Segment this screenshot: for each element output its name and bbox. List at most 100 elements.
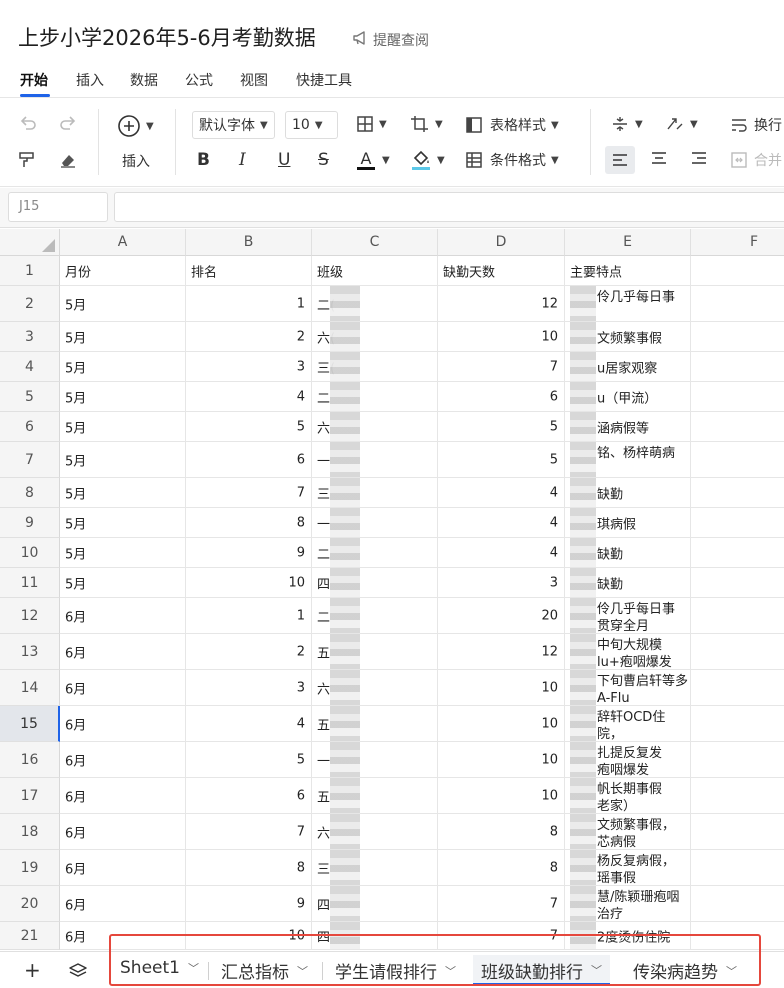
conditional-format-button[interactable]: 条件格式 ▼ [465, 150, 559, 170]
format-painter-button[interactable] [18, 151, 36, 169]
cell-d[interactable]: 4 [438, 508, 565, 538]
cell-d[interactable]: 10 [438, 706, 565, 742]
insert-dropdown[interactable]: ▼ [117, 114, 154, 138]
cell-b[interactable]: 4 [186, 382, 312, 412]
cell-d[interactable]: 缺勤天数 [438, 256, 565, 286]
cell-f[interactable] [691, 778, 784, 814]
cell-e[interactable]: u居家观察 [565, 352, 691, 382]
cell-c[interactable]: 六 [312, 814, 438, 850]
align-left-button[interactable] [605, 146, 635, 174]
cell-d[interactable]: 8 [438, 814, 565, 850]
cell-a[interactable]: 5月 [60, 538, 186, 568]
cell-d[interactable]: 3 [438, 568, 565, 598]
cell-d[interactable]: 10 [438, 322, 565, 352]
cell-c[interactable]: 二( [312, 286, 438, 322]
row-header[interactable]: 1 [0, 256, 60, 286]
sheet-list-button[interactable] [68, 961, 88, 985]
bold-button[interactable]: B [197, 150, 210, 170]
cell-f[interactable] [691, 598, 784, 634]
cell-f[interactable] [691, 508, 784, 538]
cell-f[interactable] [691, 670, 784, 706]
cell-d[interactable]: 6 [438, 382, 565, 412]
text-rotate-button[interactable]: ▼ [665, 115, 698, 133]
redo-button[interactable] [58, 115, 78, 133]
table-style-button[interactable]: 表格样式 ▼ [465, 115, 559, 135]
cell-f[interactable] [691, 568, 784, 598]
cell-a[interactable]: 5月 [60, 352, 186, 382]
cell-f[interactable] [691, 322, 784, 352]
cell-e[interactable]: 琪病假 [565, 508, 691, 538]
cell-f[interactable] [691, 742, 784, 778]
sheet-tab-epidemic-trend[interactable]: 传染病趋势 ﹀ [633, 958, 737, 983]
fill-color-button[interactable]: ▼ [410, 148, 445, 172]
menu-home[interactable]: 开始 [20, 70, 48, 90]
clear-format-button[interactable] [58, 151, 78, 169]
font-size-select[interactable]: 10 ▼ [285, 111, 338, 139]
cell-f[interactable] [691, 634, 784, 670]
column-header-e[interactable]: E [565, 229, 691, 256]
wrap-text-button[interactable]: 换行 [730, 115, 782, 135]
cell-a[interactable]: 6月 [60, 670, 186, 706]
row-header[interactable]: 7 [0, 442, 60, 478]
menu-data[interactable]: 数据 [130, 70, 158, 90]
cell-e[interactable]: 文频繁事假， 芯病假 [565, 814, 691, 850]
cell-d[interactable]: 7 [438, 922, 565, 950]
cell-e[interactable]: 2度烫伤住院 [565, 922, 691, 950]
cell-c[interactable]: 四 [312, 568, 438, 598]
row-header[interactable]: 4 [0, 352, 60, 382]
cell-d[interactable]: 20 [438, 598, 565, 634]
vertical-align-button[interactable]: ▼ [610, 115, 643, 133]
cell-d[interactable]: 4 [438, 478, 565, 508]
cell-e[interactable]: 慧/陈颖珊疱咽 治疗 [565, 886, 691, 922]
cell-b[interactable]: 排名 [186, 256, 312, 286]
menu-view[interactable]: 视图 [240, 70, 268, 90]
cell-b[interactable]: 2 [186, 634, 312, 670]
cell-d[interactable]: 5 [438, 412, 565, 442]
cell-b[interactable]: 6 [186, 442, 312, 478]
cell-f[interactable] [691, 442, 784, 478]
cell-b[interactable]: 5 [186, 742, 312, 778]
cell-a[interactable]: 6月 [60, 886, 186, 922]
cell-f[interactable] [691, 814, 784, 850]
column-header-d[interactable]: D [438, 229, 565, 256]
cell-c[interactable]: 五 [312, 634, 438, 670]
menu-shortcut-tools[interactable]: 快捷工具 [296, 70, 352, 90]
cell-a[interactable]: 6月 [60, 598, 186, 634]
cell-a[interactable]: 5月 [60, 322, 186, 352]
cell-a[interactable]: 5月 [60, 478, 186, 508]
row-header[interactable]: 19 [0, 850, 60, 886]
cell-d[interactable]: 7 [438, 886, 565, 922]
cell-f[interactable] [691, 382, 784, 412]
cell-a[interactable]: 6月 [60, 706, 186, 742]
cell-a[interactable]: 5月 [60, 508, 186, 538]
cell-e[interactable]: 缺勤 [565, 568, 691, 598]
cell-d[interactable]: 7 [438, 352, 565, 382]
cell-c[interactable]: 三 [312, 478, 438, 508]
cell-e[interactable]: 铭、杨梓萌病 [565, 442, 691, 478]
cell-e[interactable]: 扎提反复发 疱咽爆发 [565, 742, 691, 778]
cell-a[interactable]: 月份 [60, 256, 186, 286]
cell-b[interactable]: 8 [186, 508, 312, 538]
cell-b[interactable]: 8 [186, 850, 312, 886]
cell-e[interactable]: 辞轩OCD住院， 文B-Flu [565, 706, 691, 742]
cell-b[interactable]: 10 [186, 922, 312, 950]
cell-b[interactable]: 7 [186, 478, 312, 508]
row-header[interactable]: 11 [0, 568, 60, 598]
row-header[interactable]: 12 [0, 598, 60, 634]
row-header[interactable]: 10 [0, 538, 60, 568]
insert-label[interactable]: 插入 [122, 151, 150, 171]
cell-c[interactable]: 一 [312, 442, 438, 478]
cell-d[interactable]: 12 [438, 634, 565, 670]
cell-b[interactable]: 5 [186, 412, 312, 442]
column-header-a[interactable]: A [60, 229, 186, 256]
row-header[interactable]: 3 [0, 322, 60, 352]
cell-b[interactable]: 9 [186, 538, 312, 568]
cell-c[interactable]: 一 [312, 742, 438, 778]
formula-input[interactable] [114, 192, 784, 222]
cell-e[interactable]: 中旬大规模 lu+疱咽爆发 [565, 634, 691, 670]
add-sheet-button[interactable]: + [24, 958, 41, 982]
row-header[interactable]: 18 [0, 814, 60, 850]
cell-c[interactable]: 三( [312, 352, 438, 382]
cell-b[interactable]: 1 [186, 598, 312, 634]
cell-c[interactable]: 一 [312, 508, 438, 538]
